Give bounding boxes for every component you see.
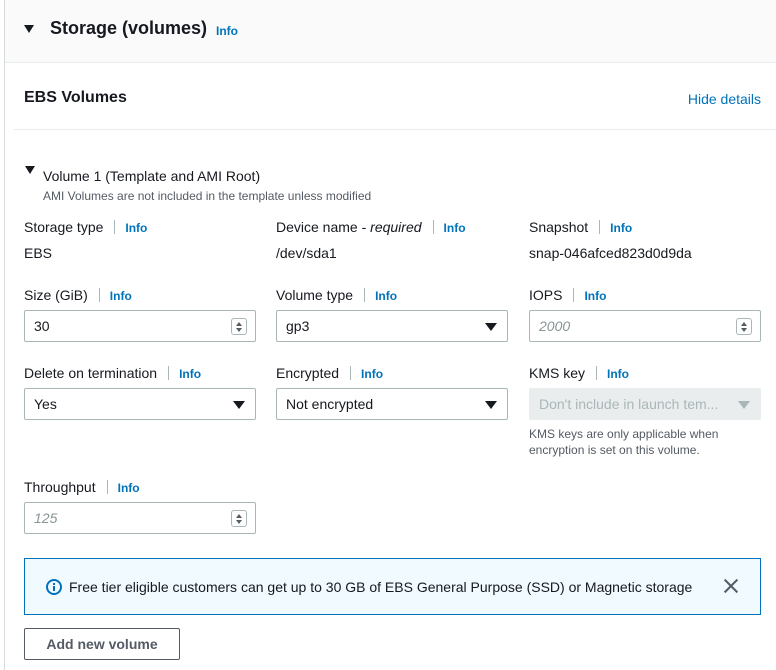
volume-subtitle: AMI Volumes are not included in the temp…	[43, 189, 372, 203]
chevron-down-icon	[738, 401, 750, 409]
size-info-link[interactable]: Info	[110, 289, 132, 303]
delete-on-termination-label-text: Delete on termination	[24, 365, 158, 381]
iops-input-placeholder: 2000	[539, 318, 571, 334]
delete-on-termination-select[interactable]: Yes	[24, 388, 256, 420]
info-circle-icon	[46, 579, 62, 595]
snapshot-label-text: Snapshot	[529, 219, 589, 235]
throughput-label: Throughput Info	[24, 479, 140, 495]
delete-on-termination-value: Yes	[34, 396, 57, 412]
device-name-label: Device name - required Info	[276, 219, 466, 235]
close-icon[interactable]	[722, 577, 740, 595]
kms-key-label-text: KMS key	[529, 365, 586, 381]
size-label-text: Size (GiB)	[24, 287, 88, 303]
chevron-down-icon	[233, 401, 245, 409]
snapshot-value: snap-046afced823d0d9da	[529, 245, 692, 261]
kms-key-info-link[interactable]: Info	[607, 367, 629, 381]
encrypted-value: Not encrypted	[286, 396, 374, 412]
size-input[interactable]: 30	[24, 310, 256, 342]
iops-label-text: IOPS	[529, 287, 563, 303]
kms-key-hint: KMS keys are only applicable when encryp…	[529, 427, 719, 457]
encrypted-label-text: Encrypted	[276, 365, 340, 381]
size-input-value: 30	[34, 318, 50, 334]
storage-type-label-text: Storage type	[24, 219, 104, 235]
section-header[interactable]: Storage (volumes) Info	[5, 0, 776, 63]
divider	[14, 129, 776, 130]
flash-text: Free tier eligible customers can get up …	[69, 579, 693, 595]
required-marker: required	[370, 219, 422, 235]
encrypted-info-link[interactable]: Info	[361, 367, 383, 381]
ebs-volumes-title: EBS Volumes	[24, 89, 127, 106]
encrypted-label: Encrypted Info	[276, 365, 383, 381]
throughput-label-text: Throughput	[24, 479, 96, 495]
volume-type-label: Volume type Info	[276, 287, 397, 303]
throughput-input[interactable]: 125	[24, 502, 256, 534]
device-name-info-link[interactable]: Info	[444, 221, 466, 235]
section-info-link[interactable]: Info	[216, 24, 238, 38]
kms-key-value: Don't include in launch tem...	[539, 396, 719, 412]
size-label: Size (GiB) Info	[24, 287, 132, 303]
storage-type-label: Storage type Info	[24, 219, 147, 235]
snapshot-label: Snapshot Info	[529, 219, 632, 235]
volume-type-select-value: gp3	[286, 318, 310, 334]
iops-info-link[interactable]: Info	[584, 289, 606, 303]
delete-on-termination-info-link[interactable]: Info	[179, 367, 201, 381]
throughput-stepper-icon[interactable]	[231, 510, 247, 527]
section-title: Storage (volumes)	[50, 18, 208, 38]
free-tier-flash: Free tier eligible customers can get up …	[24, 558, 761, 615]
snapshot-info-link[interactable]: Info	[610, 221, 632, 235]
kms-key-label: KMS key Info	[529, 365, 629, 381]
add-new-volume-button[interactable]: Add new volume	[24, 628, 180, 660]
kms-key-select: Don't include in launch tem...	[529, 388, 761, 420]
collapse-caret-icon[interactable]	[24, 25, 34, 33]
volume-title[interactable]: Volume 1 (Template and AMI Root)	[43, 168, 260, 184]
encrypted-select[interactable]: Not encrypted	[276, 388, 508, 420]
iops-input[interactable]: 2000	[529, 310, 761, 342]
chevron-down-icon	[485, 323, 497, 331]
storage-type-value: EBS	[24, 245, 53, 261]
delete-on-termination-label: Delete on termination Info	[24, 365, 201, 381]
volume-type-label-text: Volume type	[276, 287, 354, 303]
hide-details-link[interactable]: Hide details	[688, 91, 761, 107]
volume-type-info-link[interactable]: Info	[375, 289, 397, 303]
iops-label: IOPS Info	[529, 287, 606, 303]
chevron-down-icon	[485, 401, 497, 409]
storage-type-info-link[interactable]: Info	[125, 221, 147, 235]
throughput-info-link[interactable]: Info	[118, 481, 140, 495]
device-name-value: /dev/sda1	[276, 245, 337, 261]
iops-stepper-icon[interactable]	[736, 318, 752, 335]
volume-type-select[interactable]: gp3	[276, 310, 508, 342]
volume-collapse-caret-icon[interactable]	[25, 166, 35, 174]
size-stepper-icon[interactable]	[231, 318, 247, 335]
throughput-input-placeholder: 125	[34, 510, 58, 526]
device-name-label-text: Device name -	[276, 219, 371, 235]
